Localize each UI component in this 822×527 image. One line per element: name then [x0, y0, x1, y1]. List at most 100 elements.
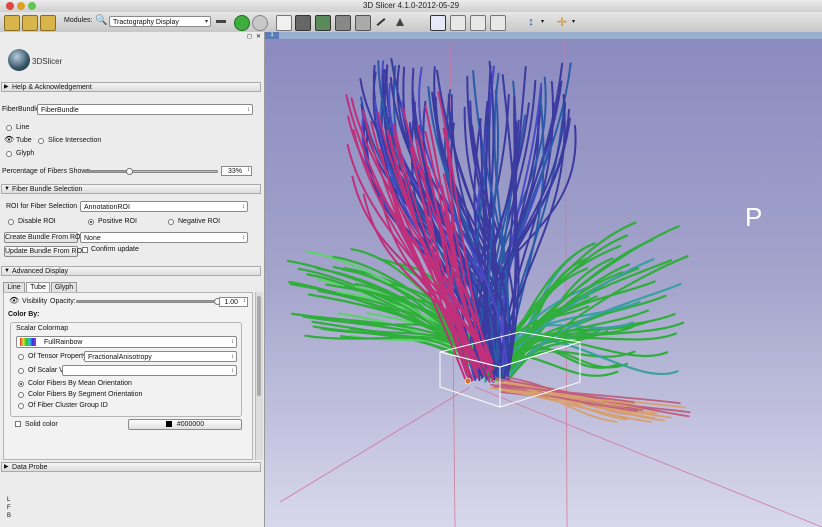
chevron-down-icon: ↕ [231, 354, 234, 360]
percentage-spinbox[interactable]: 33% ↕ [221, 166, 252, 176]
tab-tube[interactable]: Tube [26, 282, 50, 292]
transforms-module-icon[interactable] [355, 15, 371, 31]
module-search-icon[interactable]: 🔍 [95, 15, 107, 26]
help-section-header[interactable]: ▶ Help & Acknowledgement [1, 82, 261, 92]
minimize-window-button[interactable] [17, 2, 25, 10]
previous-module-icon[interactable] [234, 15, 250, 31]
3d-view[interactable]: 1 P [265, 32, 822, 527]
tab-line[interactable]: Line [3, 282, 25, 292]
chevron-down-icon: ↕ [242, 235, 245, 241]
update-bundle-button[interactable]: Update Bundle From ROI [4, 246, 84, 257]
glyph-mode-label: Glyph [16, 150, 35, 157]
zoom-window-button[interactable] [28, 2, 36, 10]
crosshair-icon[interactable]: ✛ [555, 15, 569, 29]
create-bundle-selector-value: None [84, 235, 101, 242]
scalar-colormap-label: Scalar Colormap [16, 325, 69, 332]
orientation-label-p: P [745, 202, 763, 232]
layout-icon[interactable] [430, 15, 446, 31]
expanded-arrow-icon: ▼ [4, 268, 10, 274]
panel-scrollbar-thumb[interactable] [257, 296, 261, 396]
data-probe-header[interactable]: ▶ Data Probe [1, 462, 261, 472]
opacity-value: 1.00 [224, 299, 238, 306]
fiber-bundle-selection-title: Fiber Bundle Selection [12, 186, 83, 193]
create-bundle-button[interactable]: Create Bundle From ROI [4, 232, 82, 243]
home-icon[interactable] [276, 15, 292, 31]
scene-view-icon[interactable] [470, 15, 486, 31]
scalar-value-selector[interactable]: ↕ [62, 365, 237, 376]
expanded-arrow-icon: ▼ [4, 186, 10, 192]
mouse-mode-icon[interactable]: ↕ [524, 15, 538, 29]
roi-label: ROI for Fiber Selection [6, 203, 78, 210]
roi-selector-value: AnnotationROI [84, 204, 130, 211]
negative-roi-radio[interactable] [168, 219, 174, 225]
line-mode-radio[interactable] [6, 125, 12, 131]
segment-orientation-radio[interactable] [18, 392, 24, 398]
module-selector[interactable]: Tractography Display ▾ [109, 16, 211, 27]
spin-arrows-icon[interactable]: ↕ [243, 297, 246, 306]
window-title: 3D Slicer 4.1.0-2012-05-29 [362, 1, 460, 10]
help-section-title: Help & Acknowledgement [12, 84, 92, 91]
opacity-spinbox[interactable]: 1.00 ↕ [219, 297, 248, 307]
positive-roi-radio[interactable] [88, 219, 94, 225]
editor-module-icon[interactable] [374, 15, 388, 29]
close-window-button[interactable] [6, 2, 14, 10]
glyph-mode-radio[interactable] [6, 151, 12, 157]
slicer-logo-icon [8, 49, 30, 71]
tube-mode-label: Tube [16, 137, 32, 144]
positive-roi-label: Positive ROI [98, 218, 137, 225]
percentage-slider-handle[interactable] [125, 168, 133, 175]
data-probe-title: Data Probe [12, 464, 48, 471]
percentage-slider[interactable] [84, 168, 218, 175]
tab-glyph[interactable]: Glyph [51, 282, 77, 292]
panel-close-icon[interactable]: ✕ [256, 33, 261, 40]
fiberbundle-selector[interactable]: FiberBundle ↕ [37, 104, 253, 115]
volumes-module-icon[interactable] [315, 15, 331, 31]
disable-roi-radio[interactable] [8, 219, 14, 225]
crosshair-view-icon[interactable] [490, 15, 506, 31]
spin-arrows-icon[interactable]: ↕ [247, 166, 250, 175]
crosshair-chevron-icon[interactable]: ▾ [572, 18, 575, 25]
probe-line-f: F [7, 505, 11, 511]
panel-float-icon[interactable]: ◻ [247, 33, 252, 40]
next-module-icon[interactable] [252, 15, 268, 31]
tensor-property-value: FractionalAnisotropy [88, 354, 152, 361]
confirm-update-checkbox[interactable] [82, 247, 88, 253]
solid-color-label: Solid color [25, 421, 58, 428]
scalar-value-radio[interactable] [18, 368, 24, 374]
roi-selector[interactable]: AnnotationROI ↕ [80, 201, 248, 212]
colormap-selector[interactable]: FullRainbow ↕ [16, 336, 237, 348]
solid-color-picker[interactable]: #000000 [128, 419, 242, 430]
create-bundle-selector[interactable]: None ↕ [80, 232, 248, 243]
visibility-eye-icon[interactable]: 👁 [9, 296, 19, 305]
slicer-logo-text: 3DSlicer [32, 57, 63, 66]
data-module-icon[interactable] [295, 15, 311, 31]
fiberbundle-label: FiberBundle: [2, 106, 42, 113]
panel-scrollbar[interactable] [255, 292, 263, 460]
tensor-property-radio[interactable] [18, 354, 24, 360]
cluster-group-radio[interactable] [18, 403, 24, 409]
slice-intersection-label: Slice Intersection [48, 137, 102, 144]
fiber-bundle [286, 57, 691, 423]
load-data-icon[interactable] [4, 15, 20, 31]
mouse-mode-chevron-icon[interactable]: ▾ [541, 18, 544, 25]
slice-intersection-radio[interactable] [38, 138, 44, 144]
solid-color-checkbox[interactable] [15, 421, 21, 427]
confirm-update-label: Confirm update [91, 246, 139, 253]
opacity-slider[interactable] [76, 298, 221, 305]
tensor-property-label: Of Tensor Property [28, 353, 87, 360]
models-module-icon[interactable] [335, 15, 351, 31]
annotations-module-icon[interactable] [393, 15, 407, 29]
module-history-icon[interactable] [215, 15, 227, 29]
advanced-display-header[interactable]: ▼ Advanced Display [1, 266, 261, 276]
tensor-property-selector[interactable]: FractionalAnisotropy ↕ [84, 351, 237, 362]
chevron-down-icon: ↕ [231, 368, 234, 374]
screenshot-icon[interactable] [450, 15, 466, 31]
fiber-bundle-selection-header[interactable]: ▼ Fiber Bundle Selection [1, 184, 261, 194]
module-selector-value: Tractography Display [113, 19, 179, 26]
colormap-value: FullRainbow [43, 339, 83, 346]
mean-orientation-radio[interactable] [18, 381, 24, 387]
percentage-value: 33% [227, 168, 242, 175]
save-icon[interactable] [40, 15, 56, 31]
eye-icon[interactable]: 👁 [4, 135, 14, 144]
dicom-icon[interactable] [22, 15, 38, 31]
